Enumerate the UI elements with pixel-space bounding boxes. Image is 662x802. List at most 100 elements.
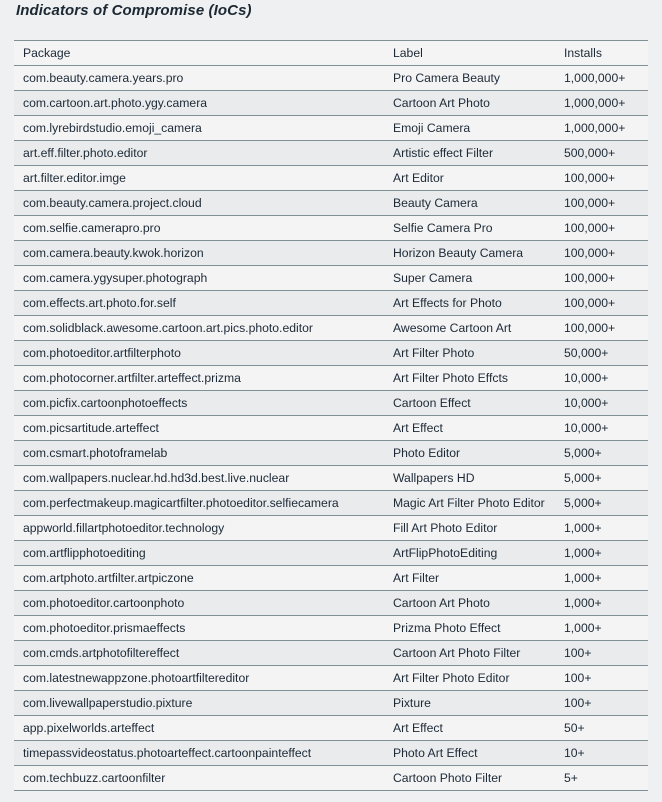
table-row: com.latestnewappzone.photoartfilteredito… bbox=[14, 665, 648, 691]
cell-package: timepassvideostatus.photoarteffect.carto… bbox=[14, 740, 384, 766]
cell-installs: 500,000+ bbox=[555, 140, 648, 166]
cell-package: appworld.fillartphotoeditor.technology bbox=[14, 515, 384, 541]
cell-label: Wallpapers HD bbox=[384, 465, 555, 491]
cell-package: com.photoeditor.artfilterphoto bbox=[14, 340, 384, 366]
cell-package: com.cmds.artphotofiltereffect bbox=[14, 640, 384, 666]
cell-package: app.pixelworlds.arteffect bbox=[14, 715, 384, 741]
cell-installs: 100,000+ bbox=[555, 190, 648, 216]
table-row: com.effects.art.photo.for.self Art Effect… bbox=[14, 290, 648, 316]
cell-installs: 100,000+ bbox=[555, 165, 648, 191]
cell-package: art.eff.filter.photo.editor bbox=[14, 140, 384, 166]
cell-label: Cartoon Effect bbox=[384, 390, 555, 416]
cell-installs: 100,000+ bbox=[555, 290, 648, 316]
column-header-installs: Installs bbox=[555, 40, 648, 66]
cell-label: Art Effects for Photo bbox=[384, 290, 555, 316]
cell-label: Artistic effect Filter bbox=[384, 140, 555, 166]
cell-label: Art Filter Photo Editor bbox=[384, 665, 555, 691]
page-title: Indicators of Compromise (IoCs) bbox=[16, 2, 252, 19]
cell-installs: 10,000+ bbox=[555, 415, 648, 441]
cell-installs: 100+ bbox=[555, 640, 648, 666]
cell-package: com.photoeditor.cartoonphoto bbox=[14, 590, 384, 616]
table-row: com.photoeditor.artfilterphoto Art Filter… bbox=[14, 340, 648, 366]
table-row: com.csmart.photoframelab Photo Editor 5,00… bbox=[14, 440, 648, 466]
cell-installs: 1,000+ bbox=[555, 615, 648, 641]
table-row: com.cartoon.art.photo.ygy.camera Cartoon … bbox=[14, 90, 648, 116]
column-header-package: Package bbox=[14, 40, 384, 66]
cell-package: com.camera.beauty.kwok.horizon bbox=[14, 240, 384, 266]
cell-label: Art Effect bbox=[384, 715, 555, 741]
column-header-label: Label bbox=[384, 40, 555, 66]
cell-package: com.techbuzz.cartoonfilter bbox=[14, 765, 384, 791]
cell-package: art.filter.editor.imge bbox=[14, 165, 384, 191]
cell-package: com.artphoto.artfilter.artpiczone bbox=[14, 565, 384, 591]
table-row: com.photocorner.artfilter.arteffect.priz… bbox=[14, 365, 648, 391]
table-row: art.eff.filter.photo.editor Artistic effe… bbox=[14, 140, 648, 166]
table-row: com.beauty.camera.years.pro Pro Camera Be… bbox=[14, 65, 648, 91]
cell-package: com.beauty.camera.project.cloud bbox=[14, 190, 384, 216]
cell-installs: 5,000+ bbox=[555, 440, 648, 466]
table-row: com.perfectmakeup.magicartfilter.photoed… bbox=[14, 490, 648, 516]
table-row: com.artphoto.artfilter.artpiczone Art Fil… bbox=[14, 565, 648, 591]
cell-label: Art Effect bbox=[384, 415, 555, 441]
cell-package: com.picfix.cartoonphotoeffects bbox=[14, 390, 384, 416]
table-body: com.beauty.camera.years.pro Pro Camera Be… bbox=[14, 65, 648, 791]
cell-installs: 100+ bbox=[555, 690, 648, 716]
table-row: app.pixelworlds.arteffect Art Effect 50+ bbox=[14, 715, 648, 741]
cell-label: Super Camera bbox=[384, 265, 555, 291]
cell-package: com.lyrebirdstudio.emoji_camera bbox=[14, 115, 384, 141]
ioc-table: Package Label Installs com.beauty.camera… bbox=[14, 40, 648, 791]
table-row: com.picsartitude.arteffect Art Effect 10,0… bbox=[14, 415, 648, 441]
cell-package: com.latestnewappzone.photoartfilteredito… bbox=[14, 665, 384, 691]
cell-installs: 100,000+ bbox=[555, 240, 648, 266]
cell-label: Cartoon Photo Filter bbox=[384, 765, 555, 791]
table-row: com.camera.beauty.kwok.horizon Horizon Be… bbox=[14, 240, 648, 266]
table-row: com.selfie.camerapro.pro Selfie Camera Pr… bbox=[14, 215, 648, 241]
cell-package: com.artflipphotoediting bbox=[14, 540, 384, 566]
cell-label: ArtFlipPhotoEditing bbox=[384, 540, 555, 566]
cell-installs: 1,000+ bbox=[555, 515, 648, 541]
table-row: com.lyrebirdstudio.emoji_camera Emoji Cam… bbox=[14, 115, 648, 141]
table-row: com.camera.ygysuper.photograph Super Came… bbox=[14, 265, 648, 291]
cell-package: com.wallpapers.nuclear.hd.hd3d.best.live… bbox=[14, 465, 384, 491]
cell-installs: 5,000+ bbox=[555, 490, 648, 516]
cell-label: Selfie Camera Pro bbox=[384, 215, 555, 241]
cell-installs: 100,000+ bbox=[555, 215, 648, 241]
cell-label: Horizon Beauty Camera bbox=[384, 240, 555, 266]
table-row: com.cmds.artphotofiltereffect Cartoon Art… bbox=[14, 640, 648, 666]
table-row: com.picfix.cartoonphotoeffects Cartoon Ef… bbox=[14, 390, 648, 416]
cell-installs: 100,000+ bbox=[555, 265, 648, 291]
cell-package: com.livewallpaperstudio.pixture bbox=[14, 690, 384, 716]
table-row: com.photoeditor.prismaeffects Prizma Phot… bbox=[14, 615, 648, 641]
cell-label: Photo Art Effect bbox=[384, 740, 555, 766]
cell-label: Prizma Photo Effect bbox=[384, 615, 555, 641]
cell-installs: 10,000+ bbox=[555, 390, 648, 416]
cell-installs: 1,000+ bbox=[555, 565, 648, 591]
cell-label: Art Filter bbox=[384, 565, 555, 591]
cell-label: Cartoon Art Photo bbox=[384, 90, 555, 116]
cell-installs: 100+ bbox=[555, 665, 648, 691]
cell-installs: 100,000+ bbox=[555, 315, 648, 341]
cell-installs: 1,000+ bbox=[555, 590, 648, 616]
cell-label: Awesome Cartoon Art bbox=[384, 315, 555, 341]
table-row: com.beauty.camera.project.cloud Beauty Ca… bbox=[14, 190, 648, 216]
table-row: com.solidblack.awesome.cartoon.art.pics.… bbox=[14, 315, 648, 341]
cell-installs: 10+ bbox=[555, 740, 648, 766]
cell-label: Art Filter Photo Effcts bbox=[384, 365, 555, 391]
cell-label: Magic Art Filter Photo Editor bbox=[384, 490, 555, 516]
cell-package: com.csmart.photoframelab bbox=[14, 440, 384, 466]
table-row: com.wallpapers.nuclear.hd.hd3d.best.live… bbox=[14, 465, 648, 491]
cell-label: Pixture bbox=[384, 690, 555, 716]
table-header-row: Package Label Installs bbox=[14, 40, 648, 66]
cell-label: Beauty Camera bbox=[384, 190, 555, 216]
cell-label: Photo Editor bbox=[384, 440, 555, 466]
table-row: timepassvideostatus.photoarteffect.carto… bbox=[14, 740, 648, 766]
cell-installs: 1,000+ bbox=[555, 540, 648, 566]
cell-package: com.perfectmakeup.magicartfilter.photoed… bbox=[14, 490, 384, 516]
cell-label: Art Editor bbox=[384, 165, 555, 191]
cell-installs: 5+ bbox=[555, 765, 648, 791]
table-row: com.livewallpaperstudio.pixture Pixture 10… bbox=[14, 690, 648, 716]
table-row: com.artflipphotoediting ArtFlipPhotoEditi… bbox=[14, 540, 648, 566]
table-row: art.filter.editor.imge Art Editor 100,000+ bbox=[14, 165, 648, 191]
ioc-document-page: Indicators of Compromise (IoCs) Package … bbox=[0, 0, 662, 802]
cell-label: Cartoon Art Photo Filter bbox=[384, 640, 555, 666]
